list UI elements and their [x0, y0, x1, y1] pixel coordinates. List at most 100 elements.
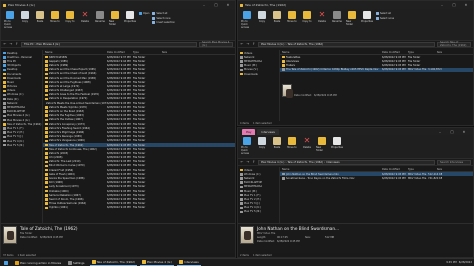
- close-button[interactable]: ✕: [459, 129, 469, 135]
- column-date[interactable]: Date modified: [382, 168, 408, 171]
- copy-to-button[interactable]: Copy to: [64, 11, 76, 23]
- column-type[interactable]: Type: [408, 168, 428, 171]
- properties-button[interactable]: Properties: [361, 11, 373, 23]
- up-arrow-icon[interactable]: ↑: [252, 160, 256, 164]
- column-size[interactable]: Size: [153, 51, 167, 54]
- tab-play[interactable]: Play: [242, 129, 256, 135]
- close-button[interactable]: ✕: [461, 2, 471, 8]
- file-name: The Tale of Zatoichi (1962) Criterion 10…: [286, 68, 379, 72]
- address-bar[interactable]: This PC › Plex Movies 4 (G:): [21, 41, 197, 47]
- select-none-button[interactable]: Select none: [376, 16, 394, 20]
- title-bar[interactable]: Tale of Zatoichi, The (1962) – □ ✕: [238, 1, 473, 9]
- taskbar-item[interactable]: Tale of Zatoichi, The (1962): [89, 260, 137, 266]
- delete-button[interactable]: ✕ Delete: [316, 11, 328, 24]
- column-name[interactable]: Name: [282, 168, 382, 171]
- search-input[interactable]: Search Interviews: [437, 159, 471, 165]
- back-arrow-icon[interactable]: ←: [3, 42, 7, 46]
- close-button[interactable]: ✕: [223, 2, 233, 8]
- rename-button[interactable]: Rename: [331, 11, 343, 23]
- up-arrow-icon[interactable]: ↑: [15, 42, 19, 46]
- nav-item[interactable]: Plex TV 5 (N:): [238, 210, 279, 214]
- start-button[interactable]: [2, 260, 10, 266]
- copy-button[interactable]: Copy: [256, 11, 268, 23]
- details-type: File folder: [20, 232, 33, 235]
- column-size[interactable]: Size: [428, 51, 442, 54]
- nav-item[interactable]: Downloads: [238, 72, 279, 76]
- column-name[interactable]: Name: [45, 51, 107, 54]
- paste-button[interactable]: Paste: [34, 11, 46, 23]
- pin-button[interactable]: Pin to Quick access: [4, 11, 16, 29]
- search-input[interactable]: Search Plex Movies 4 (G:): [199, 41, 233, 47]
- new-folder-button[interactable]: New folder: [109, 11, 121, 26]
- properties-button[interactable]: Properties: [124, 11, 136, 23]
- delete-button[interactable]: ✕ Delete: [301, 137, 313, 150]
- move-to-button[interactable]: Move to: [286, 137, 298, 149]
- minimize-button[interactable]: –: [199, 2, 209, 8]
- copy-button[interactable]: Copy: [256, 137, 268, 149]
- forward-arrow-icon[interactable]: →: [246, 160, 250, 164]
- breadcrumb-2[interactable]: Interviews: [326, 161, 339, 164]
- select-all-button[interactable]: Select all: [376, 12, 394, 15]
- pin-button[interactable]: Pin to Quick access: [241, 11, 253, 29]
- taskbar-item[interactable]: Interviews: [177, 260, 201, 266]
- column-name[interactable]: Name: [282, 51, 382, 54]
- paste-button[interactable]: Paste: [271, 137, 283, 149]
- pin-icon: [243, 11, 251, 19]
- file-name: Tale of Zatoichi Continues, The (1962): [49, 147, 97, 151]
- back-arrow-icon[interactable]: ←: [240, 42, 244, 46]
- taskbar-item[interactable]: Plex running action in Movies: [13, 260, 63, 266]
- taskbar-item-label: Interviews: [184, 260, 199, 264]
- breadcrumb-1[interactable]: Plex Movies 4 (G:): [37, 43, 60, 46]
- nav-item[interactable]: Tale of Zatoichi, The (1962): [1, 122, 42, 126]
- move-to-button[interactable]: Move to: [49, 11, 61, 23]
- column-size[interactable]: Size: [428, 168, 442, 171]
- select-all-button[interactable]: Select all: [152, 12, 175, 15]
- clock[interactable]: 9:45 PM: [446, 261, 456, 264]
- paste-button[interactable]: Paste: [271, 11, 283, 23]
- maximize-button[interactable]: □: [447, 129, 457, 135]
- file-row[interactable]: Sonatinel-Sena - Tono Rayns on the Zatoi…: [280, 176, 473, 180]
- breadcrumb-0[interactable]: Plex Movies 4 (G:): [261, 43, 284, 46]
- back-arrow-icon[interactable]: ←: [240, 160, 244, 164]
- file-type: File folder: [133, 197, 146, 201]
- invert-selection-button[interactable]: Invert selection: [152, 21, 175, 24]
- maximize-button[interactable]: □: [211, 2, 221, 8]
- open-button[interactable]: Open: [139, 12, 149, 15]
- column-date[interactable]: Date modified: [107, 51, 133, 54]
- minimize-button[interactable]: –: [435, 129, 445, 135]
- file-row[interactable]: Yojimbo (1961) 6/28/2022 9:45 PM File fold…: [43, 206, 235, 210]
- forward-arrow-icon[interactable]: →: [246, 42, 250, 46]
- select-none-button[interactable]: Select none: [152, 16, 175, 20]
- new-folder-button[interactable]: New folder: [346, 11, 358, 26]
- taskbar-item[interactable]: Plex Movies 4 (G:): [139, 260, 175, 266]
- taskbar-item[interactable]: Settings: [66, 260, 86, 266]
- up-arrow-icon[interactable]: ↑: [252, 42, 256, 46]
- nav-item[interactable]: Plex TV 5 (N:): [1, 143, 42, 147]
- file-date: 6/28/2022 9:45 PM: [382, 59, 406, 63]
- address-bar[interactable]: Plex Movies 4 (G:) › Tale of Zatoichi, Th…: [258, 41, 435, 47]
- breadcrumb-1[interactable]: Tale of Zatoichi, The (1962): [287, 43, 323, 46]
- date[interactable]: 6/28/2022: [459, 261, 472, 264]
- copy-to-button[interactable]: Copy to: [301, 11, 313, 23]
- copy-button[interactable]: Copy: [19, 11, 31, 23]
- nav-item-label: Documents: [7, 72, 22, 76]
- delete-button[interactable]: ✕ Delete: [79, 11, 91, 24]
- maximize-button[interactable]: □: [449, 2, 459, 8]
- address-bar[interactable]: Plex Movies 4 (G:) › Tale of Zatoichi, Th…: [258, 159, 435, 165]
- search-input[interactable]: Search Tale of Zatoichi, The (1962): [437, 41, 471, 47]
- tab-interviews[interactable]: Interviews: [257, 129, 279, 135]
- breadcrumb-0[interactable]: Plex Movies 4 (G:): [261, 161, 284, 164]
- move-to-button[interactable]: Move to: [286, 11, 298, 23]
- rename-button[interactable]: Rename: [94, 11, 106, 23]
- breadcrumb-1[interactable]: Tale of Zatoichi, The (1962): [287, 161, 323, 164]
- title-bar[interactable]: Plex Movies 4 (G:) – □ ✕: [1, 1, 235, 9]
- column-date[interactable]: Date modified: [382, 51, 408, 54]
- breadcrumb-0[interactable]: This PC: [24, 43, 34, 46]
- column-type[interactable]: Type: [408, 51, 428, 54]
- pin-button[interactable]: Pin to Quick access: [241, 137, 253, 155]
- column-type[interactable]: Type: [133, 51, 153, 54]
- new-folder-button[interactable]: New folder: [316, 137, 328, 152]
- forward-arrow-icon[interactable]: →: [9, 42, 13, 46]
- properties-button[interactable]: Properties: [331, 137, 343, 149]
- minimize-button[interactable]: –: [437, 2, 447, 8]
